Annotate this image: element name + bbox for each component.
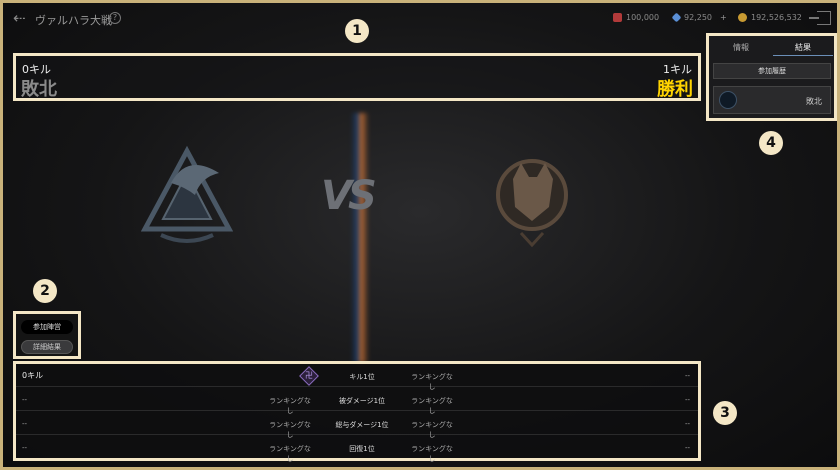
history-entry[interactable]: 敗北 bbox=[713, 86, 831, 114]
callout-badge-2: 2 bbox=[33, 279, 57, 303]
result-side-panel: 情報 結果 参加履歴 敗北 bbox=[706, 33, 837, 121]
page-title: ヴァルハラ大戦 bbox=[35, 14, 112, 27]
tab-results[interactable]: 結果 bbox=[773, 40, 833, 56]
wolf-emblem-icon bbox=[496, 159, 568, 248]
gold-value: 192,526,532 bbox=[751, 13, 802, 22]
row-right-value: -- bbox=[684, 444, 690, 452]
back-arrow-icon[interactable]: ⇠ bbox=[13, 10, 31, 26]
left-result: 敗北 bbox=[21, 79, 57, 100]
tab-info[interactable]: 情報 bbox=[711, 40, 771, 56]
eagle-emblem-icon bbox=[141, 145, 233, 243]
row-right-value: -- bbox=[684, 420, 690, 428]
row-right-value: -- bbox=[684, 372, 690, 380]
diamond-icon bbox=[671, 12, 682, 23]
ruby-value: 100,000 bbox=[626, 13, 660, 22]
row-left-value: -- bbox=[22, 396, 28, 404]
right-result: 勝利 bbox=[657, 79, 693, 100]
table-row: 0キル 卍 キル1位 ランキングなし -- bbox=[16, 364, 698, 391]
diamond-value: 92,250 bbox=[684, 13, 712, 22]
participation-button[interactable]: 参加陣営 bbox=[21, 320, 73, 334]
row-label: キル1位 bbox=[349, 373, 375, 381]
currency-gold: 192,526,532 bbox=[738, 13, 802, 22]
score-bar: 0キル 敗北 1キル 勝利 bbox=[13, 53, 701, 101]
row-label: 総与ダメージ1位 bbox=[335, 421, 389, 429]
gold-coin-icon bbox=[738, 13, 747, 22]
row-left-rank: ランキングなし bbox=[269, 445, 311, 463]
top-bar: ⇠ ヴァルハラ大戦 ? 100,000 92,250 + 192,526,532 bbox=[3, 3, 837, 35]
row-left-value: 0キル bbox=[22, 371, 44, 380]
currency-ruby: 100,000 bbox=[613, 13, 659, 22]
help-icon[interactable]: ? bbox=[109, 12, 121, 24]
participation-history-button[interactable]: 参加履歴 bbox=[713, 63, 831, 79]
table-row: -- ランキングなし 被ダメージ1位 ランキングなし -- bbox=[16, 388, 698, 415]
vs-light-beam bbox=[351, 113, 369, 363]
callout-badge-1: 1 bbox=[345, 19, 369, 43]
callout-badge-4: 4 bbox=[759, 131, 783, 155]
faction-emblem-icon bbox=[719, 91, 737, 109]
detail-results-button[interactable]: 詳細結果 bbox=[21, 340, 73, 354]
screen-frame: ⇠ ヴァルハラ大戦 ? 100,000 92,250 + 192,526,532… bbox=[0, 0, 840, 470]
row-label: 被ダメージ1位 bbox=[338, 397, 386, 405]
exit-icon[interactable] bbox=[809, 11, 831, 25]
row-left-value: -- bbox=[22, 420, 28, 428]
row-label: 回復1位 bbox=[349, 445, 375, 453]
vs-label: VS bbox=[321, 173, 377, 219]
add-diamond-button[interactable]: + bbox=[720, 13, 727, 22]
side-button-panel: 参加陣営 詳細結果 bbox=[13, 311, 81, 359]
row-right-rank: ランキングなし bbox=[411, 445, 453, 463]
callout-badge-3: 3 bbox=[713, 401, 737, 425]
ranking-table: 0キル 卍 キル1位 ランキングなし -- -- ランキングなし 被ダメージ1位… bbox=[13, 361, 701, 463]
table-row: -- ランキングなし 回復1位 ランキングなし -- bbox=[16, 436, 698, 463]
row-right-value: -- bbox=[684, 396, 690, 404]
currency-diamond: 92,250 + bbox=[671, 12, 727, 23]
ruby-icon bbox=[613, 13, 622, 22]
kill-rank-icon: 卍 bbox=[299, 366, 319, 386]
history-entry-result: 敗北 bbox=[806, 97, 822, 106]
table-row: -- ランキングなし 総与ダメージ1位 ランキングなし -- bbox=[16, 412, 698, 439]
row-left-value: -- bbox=[22, 444, 28, 452]
